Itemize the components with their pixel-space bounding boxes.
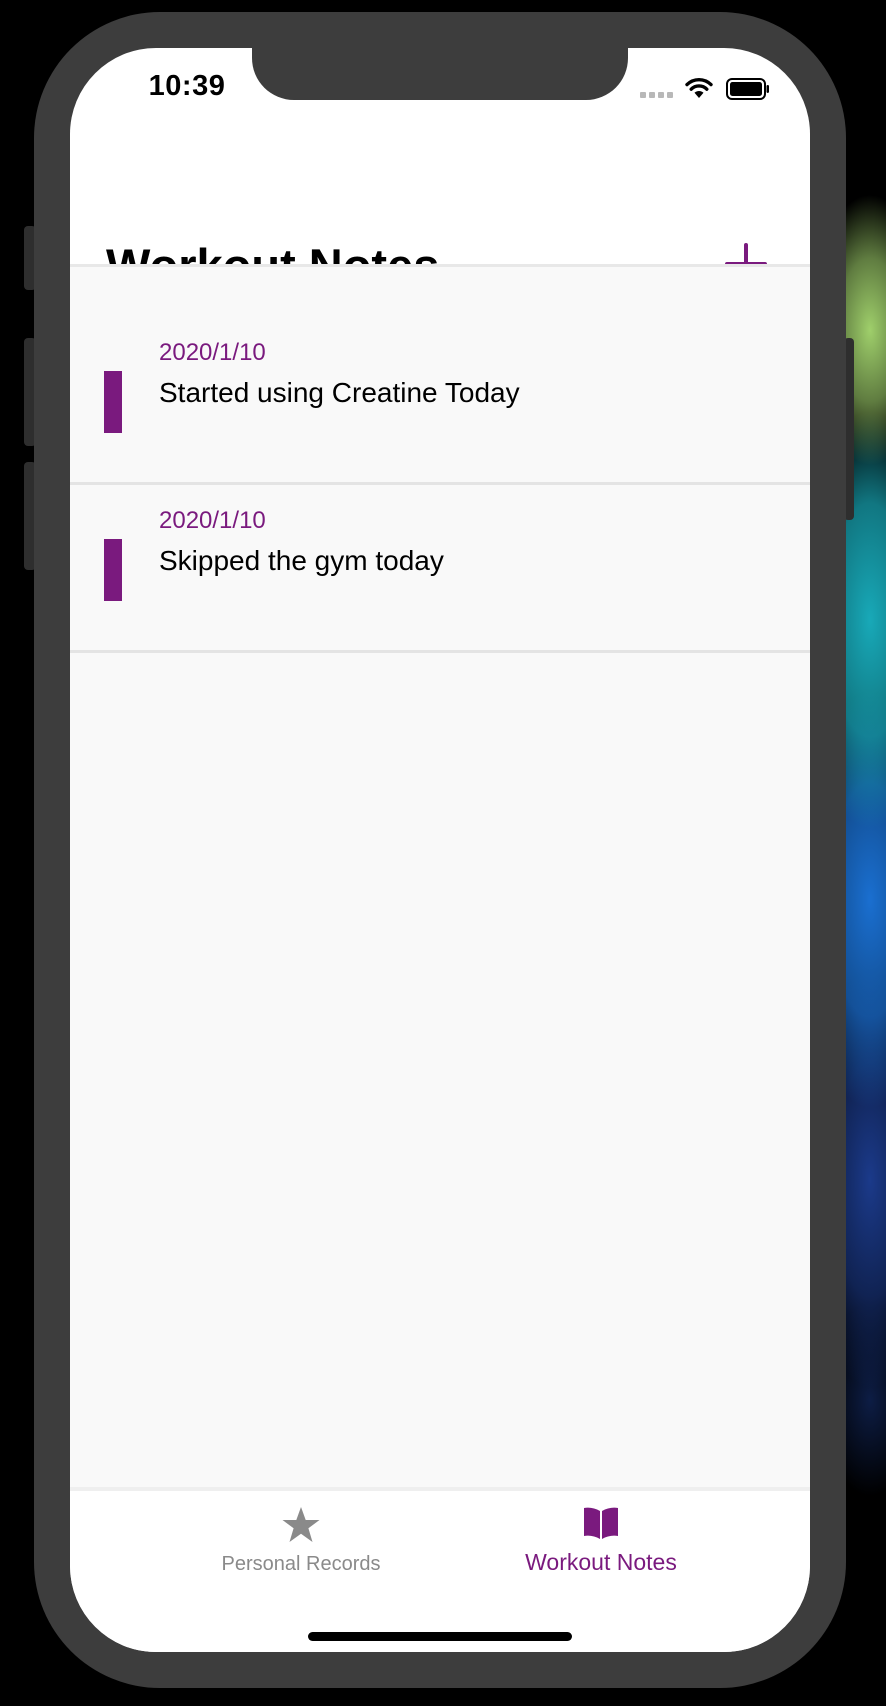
tab-bar: Personal Records Workout Notes <box>70 1487 810 1652</box>
wifi-icon <box>685 77 713 98</box>
note-accent-bar <box>104 539 122 601</box>
row-divider <box>70 650 810 653</box>
tab-label: Personal Records <box>221 1553 381 1575</box>
cellular-signal-icon <box>640 92 673 98</box>
notes-list-area: 2020/1/10 Started using Creatine Today 2… <box>70 267 810 1539</box>
note-row[interactable]: 2020/1/10 Skipped the gym today <box>70 485 810 653</box>
home-indicator[interactable] <box>308 1632 572 1641</box>
camera-notch <box>252 48 628 100</box>
tab-personal-records[interactable]: Personal Records <box>176 1491 426 1581</box>
note-text: Started using Creatine Today <box>159 377 520 408</box>
phone-screen: 10:39 Workout Notes 2020/1/10 <box>70 48 810 1652</box>
book-icon <box>584 1507 618 1539</box>
status-time: 10:39 <box>148 70 226 102</box>
note-accent-bar <box>104 371 122 433</box>
note-date: 2020/1/10 <box>159 339 266 366</box>
note-date: 2020/1/10 <box>159 507 266 534</box>
notes-list: 2020/1/10 Started using Creatine Today 2… <box>70 317 810 653</box>
battery-icon <box>726 78 769 100</box>
note-text: Skipped the gym today <box>159 545 444 576</box>
tab-label: Workout Notes <box>525 1549 677 1575</box>
star-icon <box>282 1507 320 1542</box>
tab-workout-notes[interactable]: Workout Notes <box>476 1491 726 1581</box>
note-row[interactable]: 2020/1/10 Started using Creatine Today <box>70 317 810 485</box>
